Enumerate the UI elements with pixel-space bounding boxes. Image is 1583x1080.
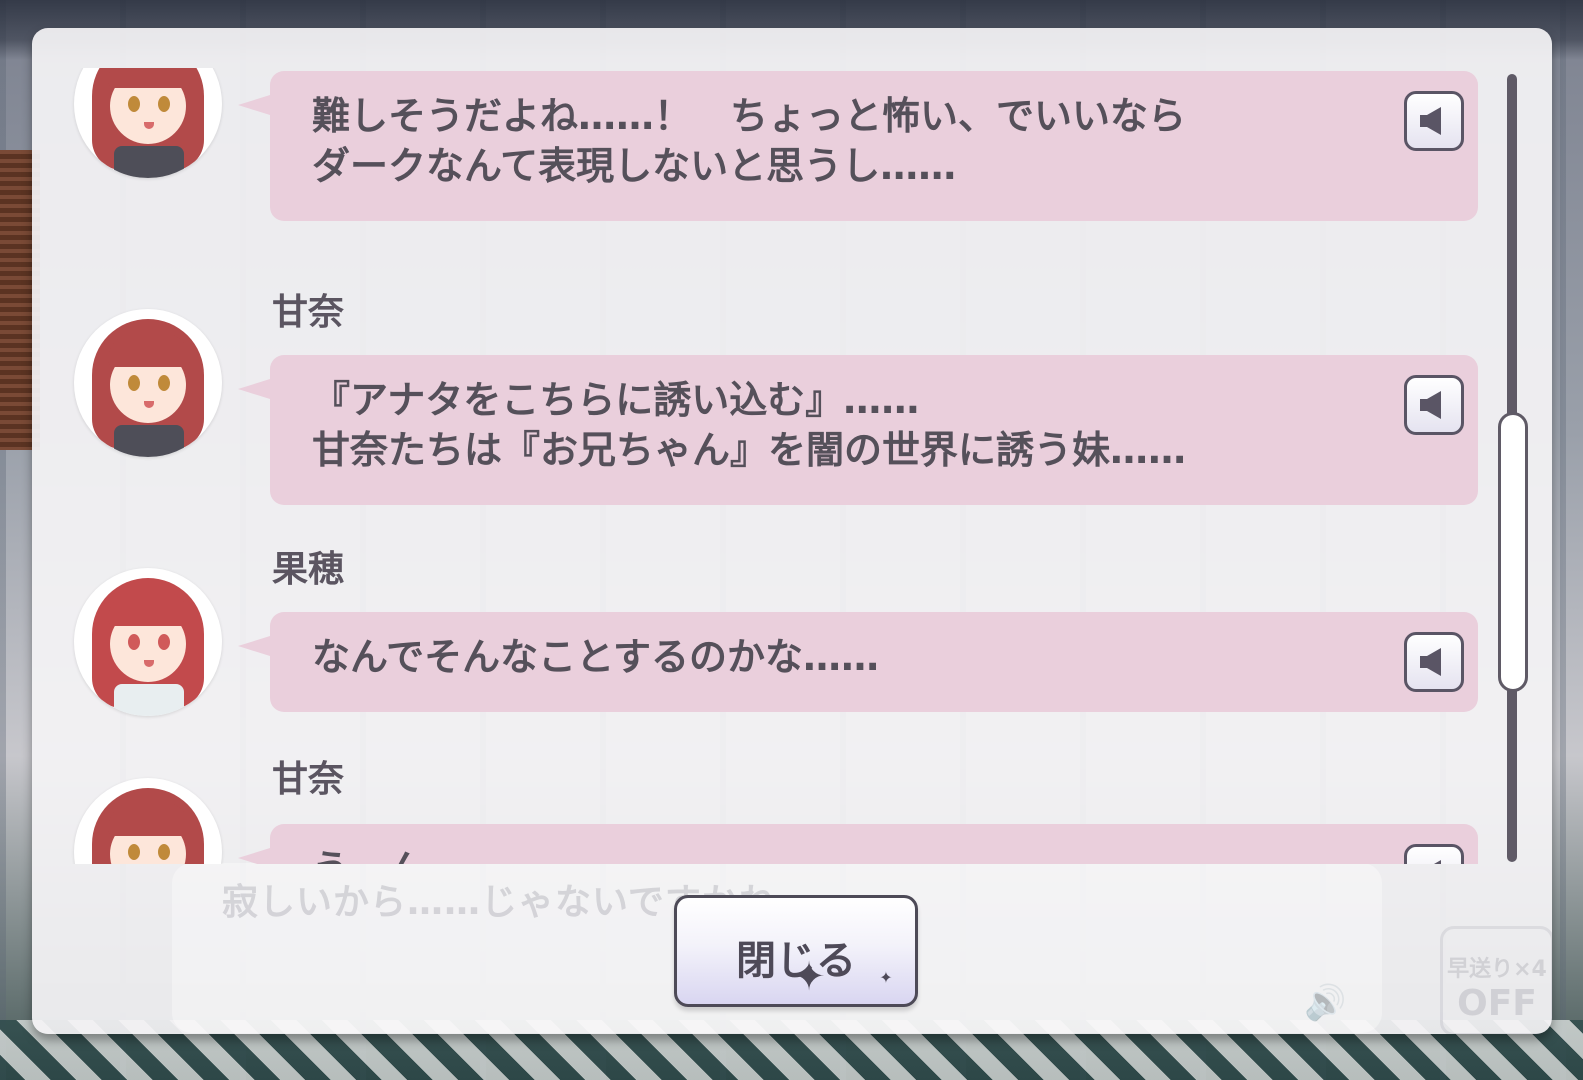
volume-icon: 🔊 [1304, 983, 1347, 1023]
fast-forward-state: OFF [1457, 983, 1537, 1024]
speaker-name: 甘奈 [272, 292, 345, 333]
speaker-name: 果穂 [272, 549, 345, 590]
speaker-icon [1420, 107, 1441, 135]
voice-replay-button[interactable] [1404, 844, 1464, 864]
message-bubble: なんでそんなことするのかな…… [238, 612, 1478, 712]
avatar [74, 309, 222, 457]
close-button[interactable]: ✦ ✦ 閉じる [674, 895, 918, 1007]
speaker-icon [1434, 860, 1441, 864]
avatar [74, 568, 222, 716]
message-bubble: 『アナタをこちらに誘い込む』…… 甘奈たちは『お兄ちゃん』を闇の世界に誘う妹…… [238, 355, 1478, 505]
voice-replay-button[interactable] [1404, 375, 1464, 435]
voice-replay-button[interactable] [1404, 632, 1464, 692]
speaker-icon [1420, 391, 1441, 419]
scrollbar-thumb[interactable] [1498, 412, 1528, 692]
voice-replay-button[interactable] [1404, 91, 1464, 151]
message-bubble: 難しそうだよね……！ ちょっと怖い、でいいなら ダークなんて表現しないと思うし…… [238, 71, 1478, 221]
avatar [74, 778, 222, 864]
message-text: なんでそんなことするのかな…… [312, 635, 879, 679]
fast-forward-label: 早送り×4 [1447, 957, 1547, 982]
close-button-label: 閉じる [736, 938, 856, 984]
fast-forward-button: 早送り×4 OFF [1440, 926, 1552, 1034]
speaker-icon [1420, 648, 1441, 676]
backlog-dialog: 寂しいから……じゃないですかね 🔊 早送り×4 OFF 難しそうだよね……！ ち… [32, 28, 1552, 1034]
avatar [74, 68, 222, 178]
speaker-name: 甘奈 [272, 759, 345, 800]
backlog-list[interactable]: 難しそうだよね……！ ちょっと怖い、でいいなら ダークなんて表現しないと思うし…… [32, 68, 1502, 864]
message-text: 難しそうだよね……！ ちょっと怖い、でいいなら ダークなんて表現しないと思うし…… [312, 94, 1187, 188]
message-bubble: うーん…… [238, 824, 1478, 864]
message-text: うーん…… [312, 844, 1372, 864]
message-text: 『アナタをこちらに誘い込む』…… 甘奈たちは『お兄ちゃん』を闇の世界に誘う妹…… [312, 378, 1187, 472]
